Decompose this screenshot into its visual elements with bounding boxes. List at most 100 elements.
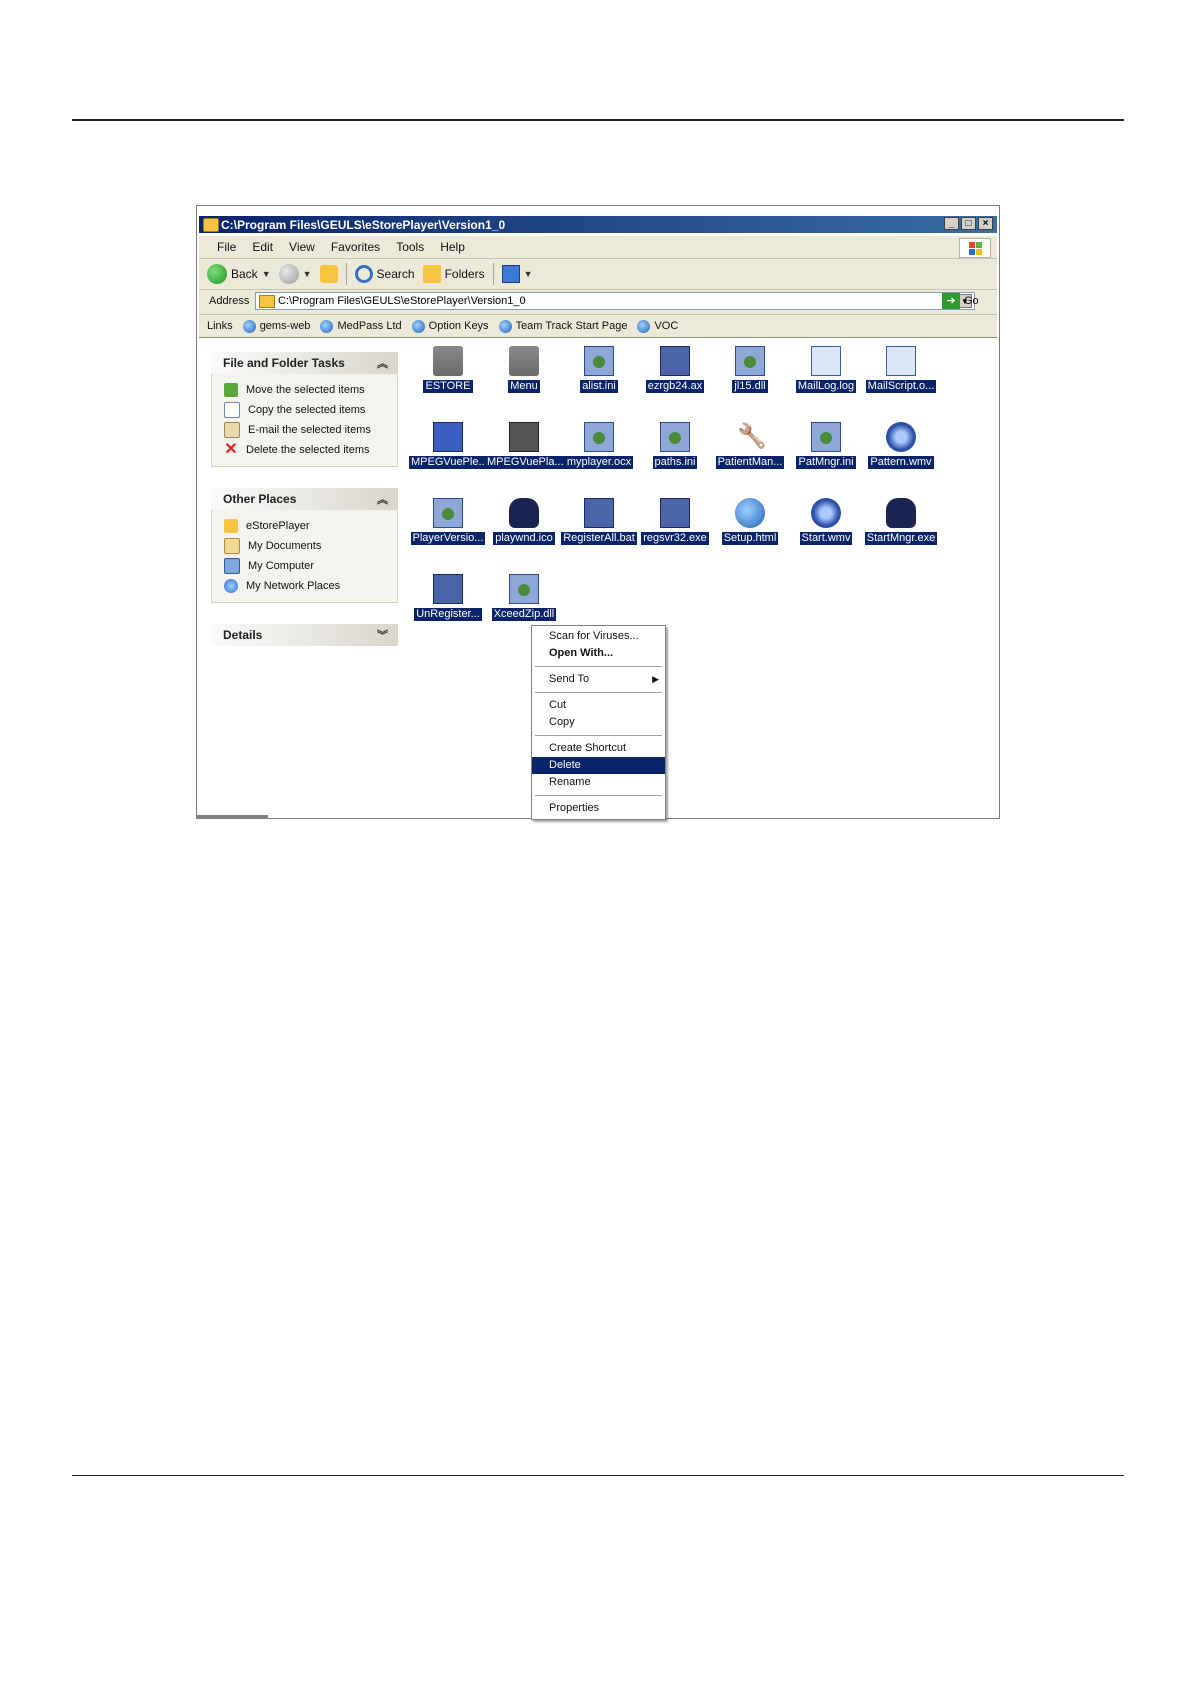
file-name: PatientMan... — [715, 456, 785, 469]
file-item[interactable]: MailLog.log — [787, 346, 865, 394]
menu-help[interactable]: Help — [432, 240, 473, 254]
file-item[interactable]: playwnd.ico — [485, 498, 563, 546]
up-folder-button[interactable] — [319, 265, 338, 283]
file-item[interactable]: RegisterAll.bat — [560, 498, 638, 546]
place-my-documents[interactable]: My Documents — [224, 536, 397, 556]
menu-open-with[interactable]: Open With... — [532, 645, 665, 662]
place-estoreplayer[interactable]: eStorePlayer — [224, 516, 397, 536]
config-file-icon — [584, 346, 614, 376]
file-name: ezrgb24.ax — [645, 380, 705, 393]
dll-file-icon — [735, 346, 765, 376]
minimize-button[interactable]: _ — [944, 217, 959, 230]
tasks-panel-header[interactable]: File and Folder Tasks ︽ — [211, 352, 398, 374]
menu-view[interactable]: View — [281, 240, 323, 254]
file-item[interactable]: myplayer.ocx — [560, 422, 638, 470]
file-item[interactable]: Start.wmv — [787, 498, 865, 546]
file-item[interactable]: Setup.html — [711, 498, 789, 546]
folders-button[interactable]: Folders — [422, 265, 485, 283]
file-item[interactable]: Pattern.wmv — [862, 422, 940, 470]
file-item[interactable]: PatMngr.ini — [787, 422, 865, 470]
file-item[interactable]: MPEGVuePla... — [485, 422, 566, 470]
dll-file-icon — [509, 574, 539, 604]
file-item[interactable]: MPEGVuePle... — [409, 422, 490, 470]
file-item[interactable]: ESTORE — [409, 346, 487, 394]
address-input[interactable]: C:\Program Files\GEULS\eStorePlayer\Vers… — [255, 292, 975, 310]
file-name: playwnd.ico — [493, 532, 555, 545]
place-my-computer[interactable]: My Computer — [224, 556, 397, 576]
menu-edit[interactable]: Edit — [244, 240, 281, 254]
file-item[interactable]: jl15.dll — [711, 346, 789, 394]
address-label: Address — [209, 295, 250, 307]
place-my-network[interactable]: My Network Places — [224, 576, 397, 596]
file-item[interactable]: ezrgb24.ax — [636, 346, 714, 394]
link-option-keys[interactable]: Option Keys — [411, 319, 489, 333]
menu-delete[interactable]: Delete — [532, 757, 665, 774]
mpeg-file-icon — [509, 422, 539, 452]
batch-file-icon — [433, 574, 463, 604]
file-name: paths.ini — [652, 456, 698, 469]
link-gems-web[interactable]: gems-web — [242, 319, 310, 333]
file-name: Setup.html — [721, 532, 779, 545]
file-name: Start.wmv — [799, 532, 853, 545]
task-move[interactable]: Move the selected items — [224, 380, 397, 400]
page-header-rule — [72, 119, 1124, 121]
other-places-header[interactable]: Other Places ︽ — [211, 488, 398, 510]
app-file-icon — [660, 346, 690, 376]
menu-copy[interactable]: Copy — [532, 714, 665, 731]
link-medpass[interactable]: MedPass Ltd — [320, 319, 402, 333]
horizontal-scrollbar-thumb[interactable] — [196, 815, 268, 819]
collapse-icon[interactable]: ︽ — [377, 355, 388, 371]
title-bar[interactable]: C:\Program Files\GEULS\eStorePlayer\Vers… — [199, 216, 997, 233]
file-item[interactable]: PatientMan... — [711, 422, 789, 470]
folder-icon — [203, 218, 219, 232]
folders-label: Folders — [444, 267, 485, 281]
file-item[interactable]: PlayerVersio... — [409, 498, 487, 546]
menu-rename[interactable]: Rename — [532, 774, 665, 791]
views-button[interactable]: ▼ — [501, 265, 533, 283]
menu-properties[interactable]: Properties — [532, 800, 665, 817]
back-button[interactable]: Back ▼ — [207, 264, 271, 284]
menu-tools[interactable]: Tools — [388, 240, 432, 254]
ico-file-icon — [509, 498, 539, 528]
file-item[interactable]: UnRegister... — [409, 574, 487, 622]
menu-favorites[interactable]: Favorites — [323, 240, 388, 254]
links-bar: Links gems-web MedPass Ltd Option Keys T… — [199, 315, 997, 338]
menu-file[interactable]: File — [199, 240, 244, 254]
details-header[interactable]: Details ︾ — [211, 624, 398, 646]
my-computer-icon — [224, 558, 240, 574]
file-item[interactable]: StartMngr.exe — [862, 498, 940, 546]
window-title: C:\Program Files\GEULS\eStorePlayer\Vers… — [221, 217, 506, 232]
file-name: regsvr32.exe — [641, 532, 709, 545]
file-item[interactable]: paths.ini — [636, 422, 714, 470]
link-team-track[interactable]: Team Track Start Page — [498, 319, 627, 333]
task-delete[interactable]: ✕ Delete the selected items — [224, 440, 397, 460]
expand-icon[interactable]: ︾ — [377, 627, 388, 643]
close-button[interactable]: × — [978, 217, 993, 230]
file-item[interactable]: alist.ini — [560, 346, 638, 394]
menu-scan-viruses[interactable]: Scan for Viruses... — [532, 628, 665, 645]
link-voc[interactable]: VOC — [637, 319, 678, 333]
batch-file-icon — [584, 498, 614, 528]
task-copy[interactable]: Copy the selected items — [224, 400, 397, 420]
exe-file-icon — [886, 498, 916, 528]
address-value: C:\Program Files\GEULS\eStorePlayer\Vers… — [278, 295, 526, 307]
menu-send-to[interactable]: Send To ▶ — [532, 671, 665, 688]
chevron-down-icon[interactable]: ▼ — [262, 269, 271, 279]
file-item[interactable]: XceedZip.dll — [485, 574, 563, 622]
config-file-icon — [433, 498, 463, 528]
file-item[interactable]: regsvr32.exe — [636, 498, 714, 546]
go-button[interactable]: ➔ Go — [942, 293, 979, 309]
collapse-icon[interactable]: ︽ — [377, 491, 388, 507]
task-email[interactable]: E-mail the selected items — [224, 420, 397, 440]
task-label: E-mail the selected items — [248, 424, 371, 436]
menu-cut[interactable]: Cut — [532, 697, 665, 714]
forward-button[interactable]: ▼ — [278, 264, 312, 284]
file-item[interactable]: MailScript.o... — [862, 346, 940, 394]
search-label: Search — [376, 267, 415, 281]
ie-page-icon — [498, 319, 512, 333]
maximize-button[interactable]: □ — [961, 217, 976, 230]
search-button[interactable]: Search — [354, 265, 415, 283]
file-item[interactable]: Menu — [485, 346, 563, 394]
chevron-down-icon[interactable]: ▼ — [303, 269, 312, 279]
menu-create-shortcut[interactable]: Create Shortcut — [532, 740, 665, 757]
